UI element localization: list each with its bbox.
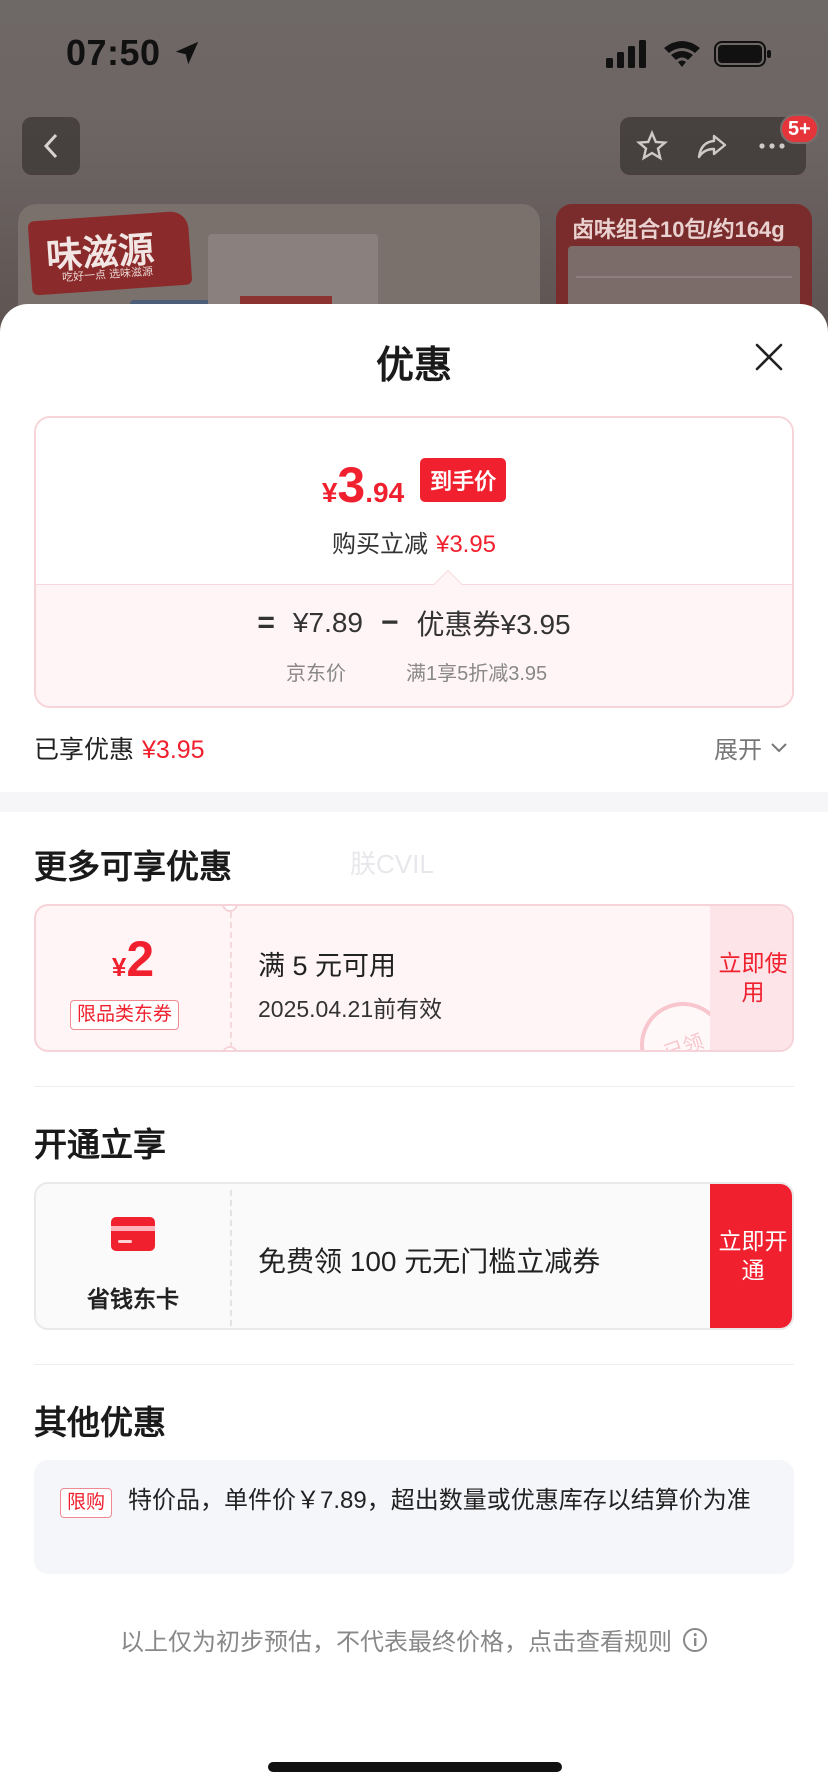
home-indicator [268,1762,562,1772]
other-discounts-title: 其他优惠 [34,1404,166,1441]
divider [34,1086,794,1087]
activate-membership-button[interactable]: 立即开通 [710,1184,792,1328]
base-price-label: 京东价 [286,663,346,685]
price-breakdown: = ¥7.89 − 优惠券¥3.95 京东价 满1享5折减3.95 [36,584,792,706]
instant-discount-value: ¥3.95 [435,531,497,558]
coupon-notch-bottom [222,1046,238,1050]
coupon-card[interactable]: ¥2 限品类东券 满 5 元可用 2025.04.21前有效 已领 立即使用 [34,904,794,1052]
instant-discount-label: 购买立减 [331,531,428,558]
price-formula: = ¥7.89 − 优惠券¥3.95 [36,603,792,643]
info-icon [683,1627,707,1652]
final-price-tag: 到手价 [420,458,507,502]
use-coupon-button[interactable]: 立即使用 [710,906,792,1050]
base-price: ¥7.89 [292,607,363,638]
status-time: 07:50 [66,32,161,73]
more-badge: 5+ [780,114,819,144]
status-bar: 07:50 [0,0,828,110]
coupon-value-area: ¥2 限品类东券 [36,906,230,1050]
close-icon [755,343,783,371]
membership-icon-area: 省钱东卡 [36,1184,230,1328]
final-price-row: ¥3.94 到手价 [36,458,792,510]
cellular-signal-icon [606,40,646,68]
footer-note-text: 以上仅为初步预估，不代表最终价格，点击查看规则 [120,1629,672,1656]
coupon-condition: 满 5 元可用 [258,951,397,981]
price-rules-link[interactable]: 以上仅为初步预估，不代表最终价格，点击查看规则 [0,1622,828,1657]
minus-sign: − [381,606,399,639]
enjoyed-value: ¥3.95 [142,736,205,764]
final-price: ¥3.94 [322,460,404,510]
expand-label: 展开 [714,737,762,764]
coupon-amount: ¥2 [36,934,230,984]
membership-title: 开通立享 [34,1126,166,1163]
coupon-type-badge: 限品类东券 [70,1000,180,1030]
final-price-decimal: .94 [365,477,405,508]
coupon-rule-label: 满1享5折减3.95 [406,663,548,685]
more-discounts-title: 更多可享优惠 [34,848,232,885]
header-actions [620,117,806,175]
section-divider [0,792,828,812]
wifi-icon [664,41,700,67]
final-price-integer: 3 [337,457,366,513]
background-page: 07:50 5+ 味滋源 吃好一点 选味滋源 卤味组合10包/约164g [0,0,828,354]
battery-icon [714,41,771,67]
purchase-limit-badge: 限购 [60,1488,113,1518]
coupon-expiry: 2025.04.21前有效 [258,996,443,1022]
star-icon[interactable] [636,130,668,162]
membership-description: 免费领 100 元无门槛立减券 [258,1246,601,1277]
location-arrow-icon [175,41,199,65]
share-icon[interactable] [696,130,728,162]
membership-card[interactable]: 省钱东卡 免费领 100 元无门槛立减券 立即开通 [34,1182,794,1330]
coupon-deduction: 优惠券¥3.95 [416,609,571,640]
other-discount-text: 特价品，单件价￥7.89，超出数量或优惠库存以结算价为准 [128,1487,751,1514]
other-discount-item: 限购 特价品，单件价￥7.89，超出数量或优惠库存以结算价为准 [34,1460,794,1574]
coupon-separator [230,912,232,1048]
chevron-down-icon [771,742,787,752]
coupon-number: 2 [126,931,155,987]
final-price-currency: ¥ [321,477,338,508]
price-top: ¥3.94 到手价 购买立减 ¥3.95 [36,418,792,584]
product2-title: 卤味组合10包/约164g [572,217,785,242]
enjoyed-discount: 已享优惠 ¥3.95 [34,730,205,766]
back-button[interactable] [22,117,80,175]
enjoyed-label: 已享优惠 [34,736,135,764]
coupon-currency: ¥ [111,952,127,982]
divider [34,1364,794,1365]
chevron-left-icon [43,133,58,159]
discount-sheet: 优惠 ¥3.94 到手价 购买立减 ¥3.95 = ¥7.89 − 优惠券¥3.9… [0,304,828,1792]
sheet-title: 优惠 [375,345,452,387]
price-summary-card: ¥3.94 到手价 购买立减 ¥3.95 = ¥7.89 − 优惠券¥3.95 京… [34,416,794,708]
membership-name: 省钱东卡 [87,1286,179,1312]
instant-discount-line: 购买立减 ¥3.95 [36,524,792,559]
equals-sign: = [257,606,275,639]
credit-card-icon [111,1217,155,1251]
watermark: 朕CVIL [350,849,434,879]
expand-toggle[interactable]: 展开 [714,730,788,765]
membership-separator [230,1190,232,1326]
close-button[interactable] [748,336,790,378]
